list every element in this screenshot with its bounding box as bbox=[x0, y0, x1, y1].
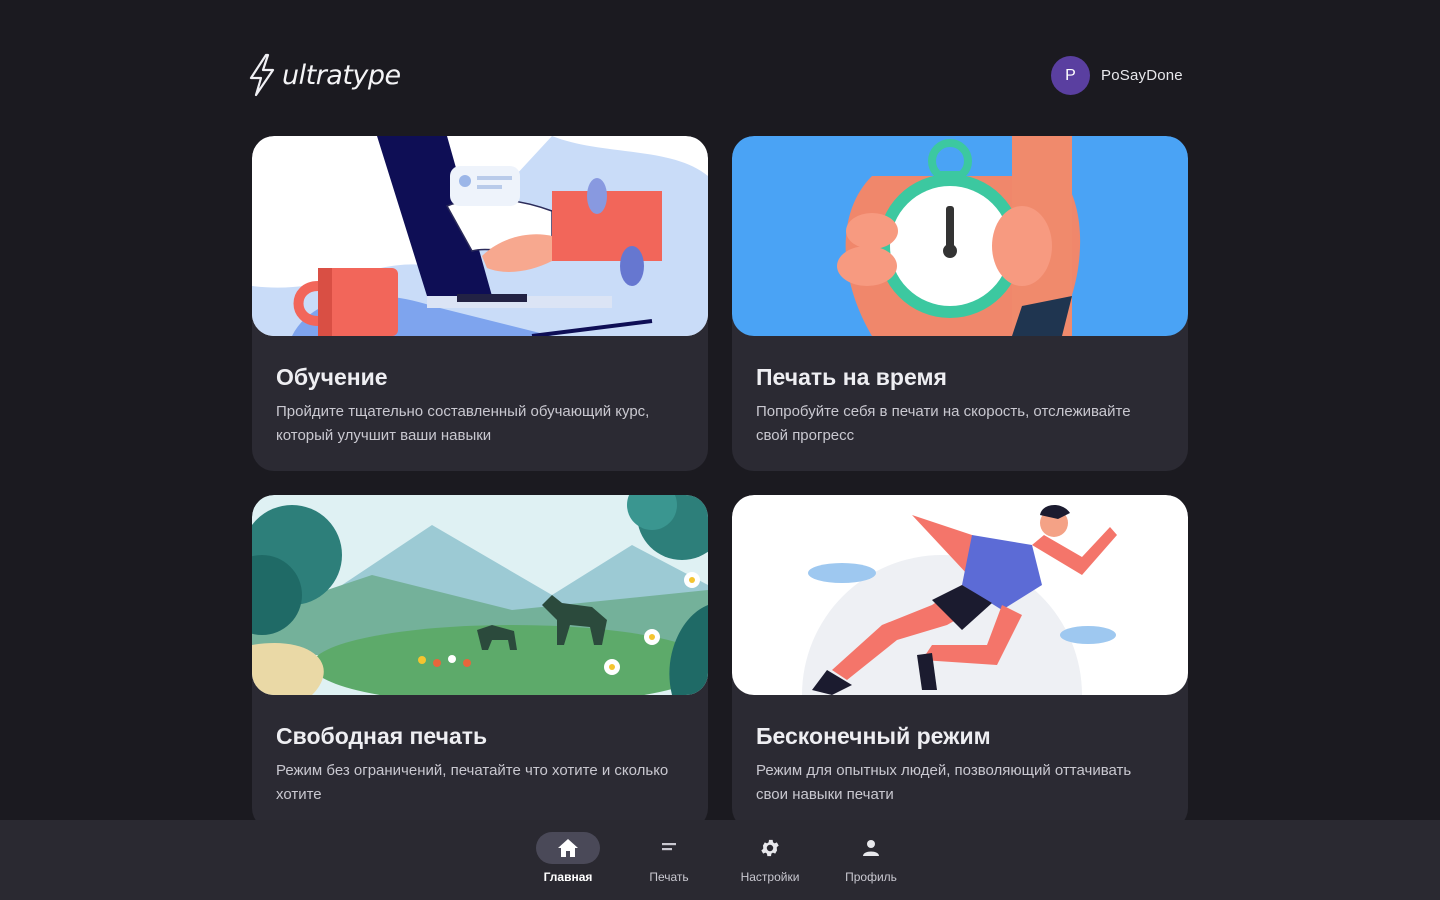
card-training[interactable]: Обучение Пройдите тщательно составленный… bbox=[252, 136, 708, 471]
bottom-navigation: Главная Печать Настройки Профиль bbox=[0, 820, 1440, 900]
nav-label: Главная bbox=[543, 870, 593, 884]
card-timed-typing[interactable]: Печать на время Попробуйте себя в печати… bbox=[732, 136, 1188, 471]
username: PoSayDone bbox=[1101, 67, 1183, 84]
avatar[interactable]: P bbox=[1051, 56, 1090, 95]
card-title: Свободная печать bbox=[276, 723, 488, 749]
typing-icon bbox=[662, 843, 676, 851]
logo-text: ultratype bbox=[282, 59, 401, 91]
nav-item-settings[interactable]: Настройки bbox=[730, 832, 810, 884]
person-icon bbox=[863, 840, 879, 856]
card-title: Бесконечный режим bbox=[756, 723, 991, 749]
card-free-typing[interactable]: Свободная печать Режим без ограничений, … bbox=[252, 495, 708, 830]
card-description: Режим без ограничений, печатайте что хот… bbox=[276, 762, 669, 803]
card-description: Режим для опытных людей, позволяющий отт… bbox=[756, 762, 1132, 803]
nav-item-home[interactable]: Главная bbox=[528, 832, 608, 884]
nav-label: Печать bbox=[649, 870, 689, 884]
app-logo[interactable]: ultratype bbox=[246, 53, 401, 97]
runner-illustration bbox=[732, 495, 1188, 695]
nav-item-profile[interactable]: Профиль bbox=[831, 832, 911, 884]
user-menu[interactable]: P PoSayDone bbox=[1051, 56, 1183, 95]
lightning-icon bbox=[249, 53, 275, 97]
laptop-typing-illustration bbox=[252, 136, 708, 336]
card-title: Обучение bbox=[276, 364, 388, 390]
nav-label: Настройки bbox=[740, 870, 800, 884]
stopwatch-illustration bbox=[732, 136, 1188, 336]
card-title: Печать на время bbox=[756, 364, 947, 390]
card-description: Попробуйте себя в печати на скорость, от… bbox=[756, 403, 1131, 444]
home-icon bbox=[558, 839, 578, 857]
card-description: Пройдите тщательно составленный обучающи… bbox=[276, 403, 650, 444]
nav-active-indicator bbox=[536, 832, 600, 864]
card-endless-mode[interactable]: Бесконечный режим Режим для опытных люде… bbox=[732, 495, 1188, 830]
deer-landscape-illustration bbox=[252, 495, 708, 695]
nav-item-typing[interactable]: Печать bbox=[629, 832, 709, 884]
nav-label: Профиль bbox=[845, 870, 897, 884]
gear-icon bbox=[761, 839, 779, 857]
